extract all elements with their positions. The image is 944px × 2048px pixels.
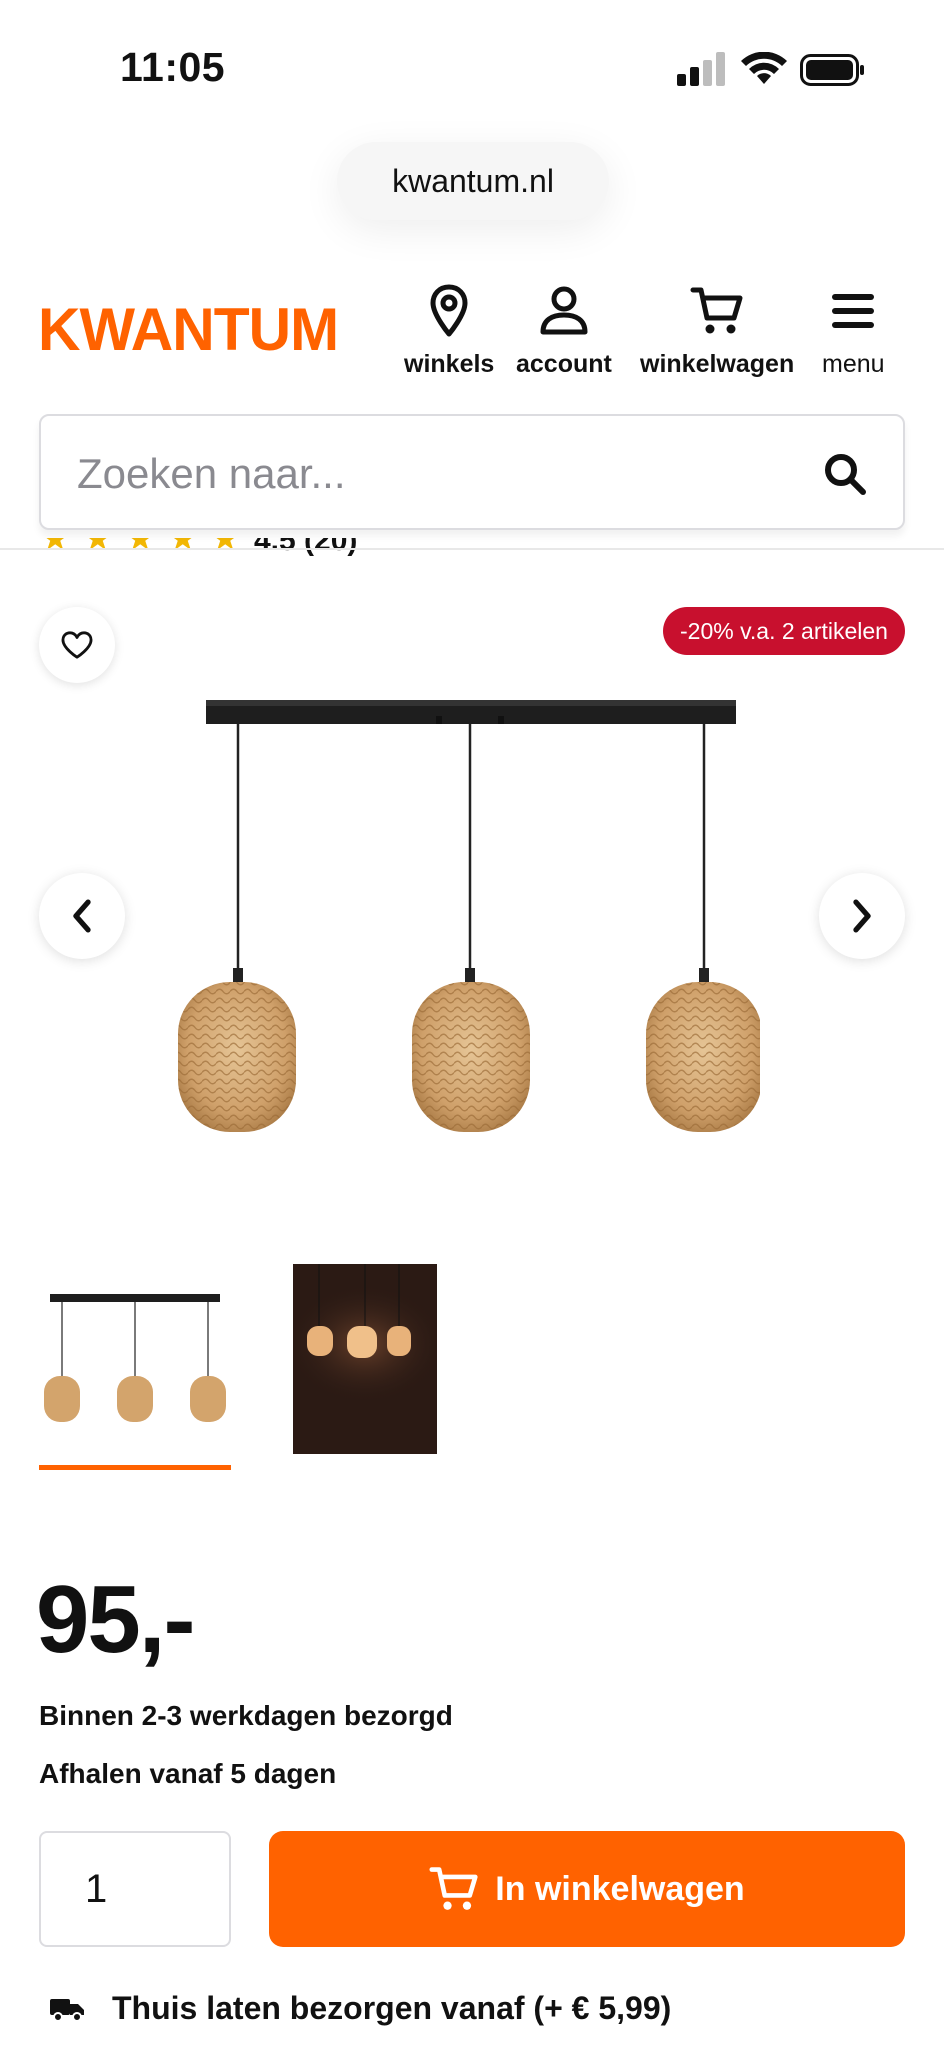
next-image-button[interactable] [819,873,905,959]
header-divider [0,548,944,550]
search-icon[interactable] [823,452,867,496]
kwantum-logo[interactable]: KWANTUM [38,300,339,360]
nav-label: winkelwagen [640,350,795,378]
status-bar: 11:05 [0,0,944,130]
rating-stars: ★ ★ ★ ★ ★ [40,538,240,556]
product-rating: ★ ★ ★ ★ ★ 4.5 (20) [40,538,380,564]
nav-label: winkels [404,350,495,378]
shipping-info: Thuis laten bezorgen vanaf (+ € 5,99) [50,1990,671,2027]
truck-icon [50,1998,84,2022]
thumbnail-1[interactable] [40,1264,230,1454]
nav-winkels[interactable]: winkels [404,284,494,379]
shipping-text: Thuis laten bezorgen vanaf (+ € 5,99) [112,1990,672,2026]
chevron-left-icon [73,899,91,933]
pickup-time: Afhalen vanaf 5 dagen [39,1758,337,1789]
user-icon [540,286,588,335]
battery-icon [800,54,864,86]
thumbnail-2[interactable] [293,1264,437,1454]
quantity-input[interactable]: 1 [39,1831,231,1947]
cart-icon [429,1867,478,1910]
star-icon: ★ [124,538,156,558]
nav-menu[interactable]: menu [822,284,885,379]
star-icon: ★ [82,538,113,558]
search-input[interactable] [77,446,777,502]
half-star-icon: ★ [209,538,241,558]
nav-label: menu [822,350,885,378]
chevron-right-icon [853,899,871,933]
cellular-signal-icon [677,52,725,86]
delivery-time: Binnen 2-3 werkdagen bezorgd [39,1700,453,1731]
add-to-cart-label: In winkelwagen [495,1869,745,1908]
url-text: kwantum.nl [392,162,554,199]
favorite-button[interactable] [39,607,115,683]
status-time: 11:05 [120,44,226,90]
nav-account[interactable]: account [516,284,612,379]
search-box[interactable] [39,414,905,530]
cart-icon [690,287,743,334]
thumbnail-active-indicator [39,1465,231,1470]
star-icon: ★ [167,538,198,558]
product-price: 95,- [36,1566,195,1673]
add-to-cart-button[interactable]: In winkelwagen [269,1831,905,1947]
star-icon: ★ [40,538,71,558]
product-image[interactable] [160,690,760,1150]
hamburger-menu-icon [832,294,875,328]
wifi-icon [741,52,787,84]
nav-winkelwagen[interactable]: winkelwagen [640,284,794,379]
previous-image-button[interactable] [39,873,125,959]
heart-icon [61,631,93,659]
promo-badge: -20% v.a. 2 artikelen [663,607,905,655]
url-bar[interactable]: kwantum.nl [337,142,609,220]
quantity-value: 1 [85,1866,108,1911]
nav-label: account [516,350,612,378]
location-pin-icon [430,284,468,337]
